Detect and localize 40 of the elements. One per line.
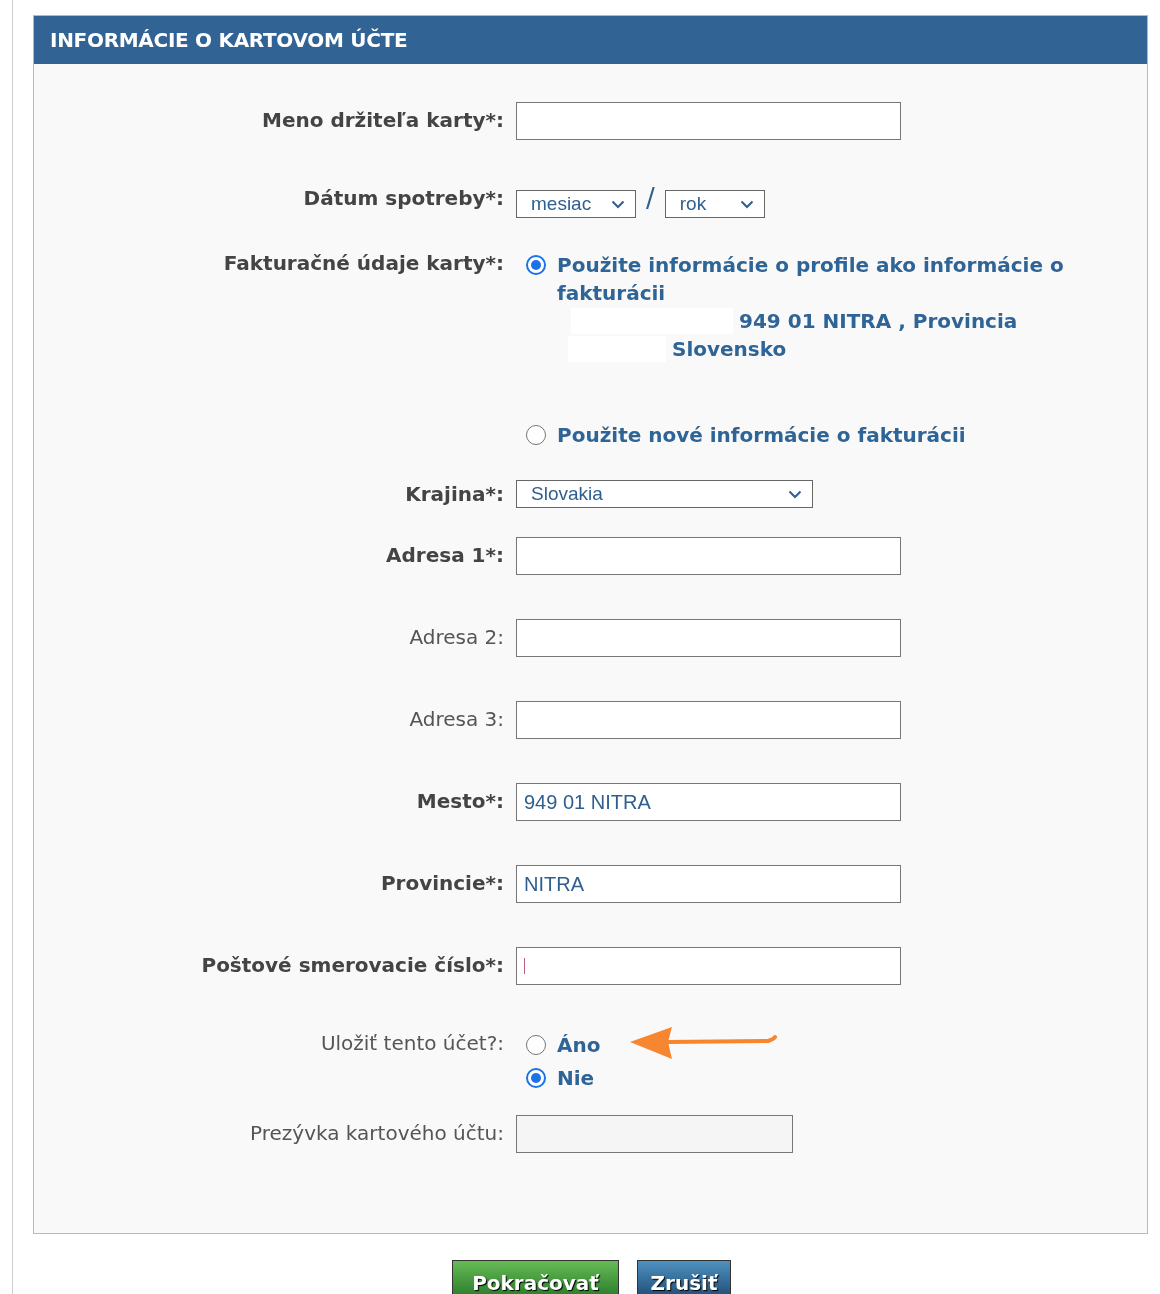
field-label: Dátum spotreby*: — [302, 186, 504, 210]
radio-button[interactable] — [526, 255, 546, 275]
radio-label: Použite informácie o profile ako informácie o fakturácii — [557, 252, 1065, 307]
dropdown[interactable]: rok — [664, 190, 765, 218]
section-header: INFORMÁCIE O KARTOVOM ÚČTE — [34, 16, 1147, 64]
field-label: Krajina*: — [404, 481, 504, 506]
address-text: 949 01 NITRA , Provincia — [739, 308, 1018, 335]
field-label: Adresa 3: — [408, 706, 504, 731]
radio-button[interactable] — [526, 1068, 546, 1088]
cancel-button[interactable]: Zrušiť — [637, 1260, 731, 1294]
field-label: Fakturačné údaje karty*: — [222, 251, 504, 275]
chevron-icon — [788, 489, 802, 499]
field-label: Meno držiteľa karty*: — [261, 107, 504, 132]
chevron-icon — [611, 199, 625, 209]
radio-label: Nie — [557, 1065, 595, 1092]
input-field[interactable]: 949 01 NITRA — [516, 783, 901, 821]
field-label: Mesto*: — [415, 788, 504, 813]
continue-button[interactable]: Pokračovať — [452, 1260, 619, 1294]
input-field[interactable] — [516, 537, 901, 575]
input-field[interactable] — [516, 619, 901, 657]
field-label: Uložiť tento účet?: — [319, 1031, 504, 1055]
field-label: Prezývka kartového účtu: — [249, 1120, 504, 1145]
field-label: Adresa 1*: — [385, 542, 504, 567]
field-label: Poštové smerovacie číslo*: — [200, 952, 504, 977]
input-field[interactable] — [516, 102, 901, 140]
dropdown[interactable]: mesiac — [516, 190, 636, 218]
input-field[interactable] — [516, 947, 901, 985]
field-label: Provincie*: — [379, 870, 504, 895]
input-field[interactable] — [516, 701, 901, 739]
radio-label: Použite nové informácie o fakturácii — [557, 422, 967, 449]
input-field[interactable]: NITRA — [516, 865, 901, 903]
dropdown[interactable]: Slovakia — [516, 480, 813, 508]
radio-button[interactable] — [526, 1035, 546, 1055]
chevron-icon — [739, 199, 754, 209]
radio-button[interactable] — [526, 425, 546, 445]
radio-label: Áno — [557, 1032, 601, 1059]
field-label: Adresa 2: — [408, 624, 504, 649]
date-separator: / — [646, 184, 655, 212]
text-cursor — [524, 958, 525, 974]
address-text: Slovensko — [672, 336, 787, 363]
